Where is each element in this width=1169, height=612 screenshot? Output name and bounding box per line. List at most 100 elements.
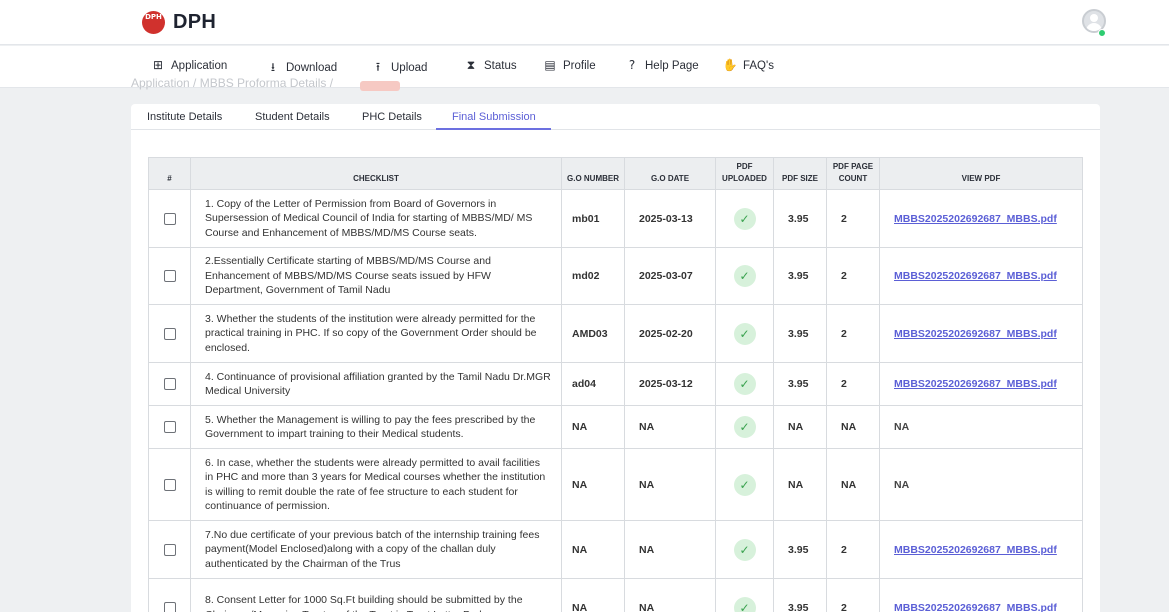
go-date: NA: [624, 578, 716, 612]
row-checkbox[interactable]: [163, 543, 176, 556]
tab-phc-details[interactable]: PHC Details: [362, 111, 422, 123]
row-checkbox[interactable]: [163, 478, 176, 491]
check-circle-icon: ✓: [733, 538, 756, 561]
col-go-date: G.O DATE: [624, 157, 716, 190]
checklist-text: 3. Whether the students of the instituti…: [190, 304, 562, 363]
pdf-uploaded-cell: ✓: [715, 189, 774, 248]
row-checkbox-cell: [148, 448, 191, 521]
view-pdf-cell: MBBS2025202692687_MBBS.pdf: [879, 520, 1083, 579]
pdf-uploaded-cell: ✓: [715, 362, 774, 406]
pdf-uploaded-cell: ✓: [715, 247, 774, 305]
table-row: 6. In case, whether the students were al…: [148, 448, 1083, 521]
col-pdf-size: PDF SIZE: [773, 157, 827, 190]
go-date: 2025-03-12: [624, 362, 716, 406]
view-pdf-cell: MBBS2025202692687_MBBS.pdf: [879, 304, 1083, 363]
pdf-uploaded-cell: ✓: [715, 405, 774, 449]
pdf-size: NA: [773, 448, 827, 521]
view-pdf-cell: MBBS2025202692687_MBBS.pdf: [879, 362, 1083, 406]
view-pdf-link[interactable]: MBBS2025202692687_MBBS.pdf: [894, 602, 1057, 612]
view-pdf-link[interactable]: MBBS2025202692687_MBBS.pdf: [894, 544, 1057, 556]
pdf-page-count: 2: [826, 362, 880, 406]
row-checkbox-cell: [148, 520, 191, 579]
go-number: md02: [561, 247, 625, 305]
pdf-size: 3.95: [773, 578, 827, 612]
pdf-size: 3.95: [773, 520, 827, 579]
tab-bar: Institute Details Student Details PHC De…: [131, 104, 1100, 130]
nav-profile[interactable]: ▤ Profile: [542, 58, 595, 72]
profile-icon: ▤: [544, 58, 556, 72]
pdf-page-count: 2: [826, 189, 880, 248]
go-date: 2025-02-20: [624, 304, 716, 363]
checklist-text: 5. Whether the Management is willing to …: [190, 405, 562, 449]
check-circle-icon: ✓: [733, 596, 756, 612]
go-number: NA: [561, 578, 625, 612]
pdf-size: 3.95: [773, 247, 827, 305]
nav-application[interactable]: ⊞ Application: [150, 58, 227, 72]
pdf-size: 3.95: [773, 362, 827, 406]
pdf-uploaded-cell: ✓: [715, 520, 774, 579]
check-circle-icon: ✓: [733, 473, 756, 496]
row-checkbox[interactable]: [163, 421, 176, 434]
table-row: 4. Continuance of provisional affiliatio…: [148, 362, 1083, 406]
row-checkbox[interactable]: [163, 270, 176, 283]
go-date: NA: [624, 520, 716, 579]
tab-final-submission[interactable]: Final Submission: [452, 111, 536, 123]
view-pdf-link[interactable]: MBBS2025202692687_MBBS.pdf: [894, 328, 1057, 340]
checklist-text: 8. Consent Letter for 1000 Sq.Ft buildin…: [190, 578, 562, 612]
table-row: 7.No due certificate of your previous ba…: [148, 520, 1083, 579]
main-card: Institute Details Student Details PHC De…: [131, 104, 1100, 612]
nav-faq[interactable]: ✋ FAQ's: [722, 58, 774, 72]
help-icon: ?: [628, 58, 636, 72]
checklist-text: 1. Copy of the Letter of Permission from…: [190, 189, 562, 248]
check-circle-icon: ✓: [733, 207, 756, 230]
view-pdf-na: NA: [894, 421, 910, 433]
view-pdf-link[interactable]: MBBS2025202692687_MBBS.pdf: [894, 213, 1057, 225]
row-checkbox[interactable]: [163, 601, 176, 612]
check-circle-icon: ✓: [733, 373, 756, 395]
online-status-dot: [1098, 29, 1106, 37]
go-date: 2025-03-07: [624, 247, 716, 305]
view-pdf-cell: MBBS2025202692687_MBBS.pdf: [879, 247, 1083, 305]
view-pdf-link[interactable]: MBBS2025202692687_MBBS.pdf: [894, 378, 1057, 390]
view-pdf-cell: MBBS2025202692687_MBBS.pdf: [879, 578, 1083, 612]
view-pdf-link[interactable]: MBBS2025202692687_MBBS.pdf: [894, 270, 1057, 282]
nav-status[interactable]: ⧗ Status: [463, 58, 517, 73]
row-checkbox-cell: [148, 405, 191, 449]
go-number: ad04: [561, 362, 625, 406]
table-row: 5. Whether the Management is willing to …: [148, 405, 1083, 449]
row-checkbox-cell: [148, 189, 191, 248]
table-header-row: # CHECKLIST G.O NUMBER G.O DATE PDF UPLO…: [148, 157, 1083, 190]
row-checkbox[interactable]: [163, 212, 176, 225]
view-pdf-cell: NA: [879, 405, 1083, 449]
pdf-page-count: 2: [826, 520, 880, 579]
view-pdf-na: NA: [894, 478, 910, 491]
hourglass-icon: ⧗: [466, 58, 476, 72]
nav-help-page[interactable]: ? Help Page: [624, 58, 699, 72]
table-row: 8. Consent Letter for 1000 Sq.Ft buildin…: [148, 578, 1083, 612]
table-body: 1. Copy of the Letter of Permission from…: [148, 189, 1083, 612]
pdf-page-count: 2: [826, 578, 880, 612]
pdf-page-count: NA: [826, 448, 880, 521]
col-number: #: [148, 157, 191, 190]
tab-student-details[interactable]: Student Details: [255, 111, 330, 123]
pdf-page-count: 2: [826, 304, 880, 363]
col-checklist: CHECKLIST: [190, 157, 562, 190]
upload-icon: ⭱: [375, 60, 381, 74]
go-number: mb01: [561, 189, 625, 248]
pdf-uploaded-cell: ✓: [715, 578, 774, 612]
view-pdf-cell: MBBS2025202692687_MBBS.pdf: [879, 189, 1083, 248]
checklist-text: 4. Continuance of provisional affiliatio…: [190, 362, 562, 406]
col-pdf-page-count: PDF PAGE COUNT: [826, 157, 880, 190]
col-view-pdf: VIEW PDF: [879, 157, 1083, 190]
tab-institute-details[interactable]: Institute Details: [147, 111, 222, 123]
row-checkbox[interactable]: [163, 327, 176, 340]
row-checkbox[interactable]: [163, 378, 176, 391]
go-number: NA: [561, 405, 625, 449]
brand-title: DPH: [173, 11, 217, 33]
grid-icon: ⊞: [152, 58, 164, 72]
nav-upload[interactable]: ⭱ Upload: [370, 58, 428, 79]
top-bar: DPH DPH: [0, 0, 1169, 45]
check-circle-icon: ✓: [733, 322, 756, 345]
pdf-size: 3.95: [773, 304, 827, 363]
col-pdf-uploaded: PDF UPLOADED: [715, 157, 774, 190]
